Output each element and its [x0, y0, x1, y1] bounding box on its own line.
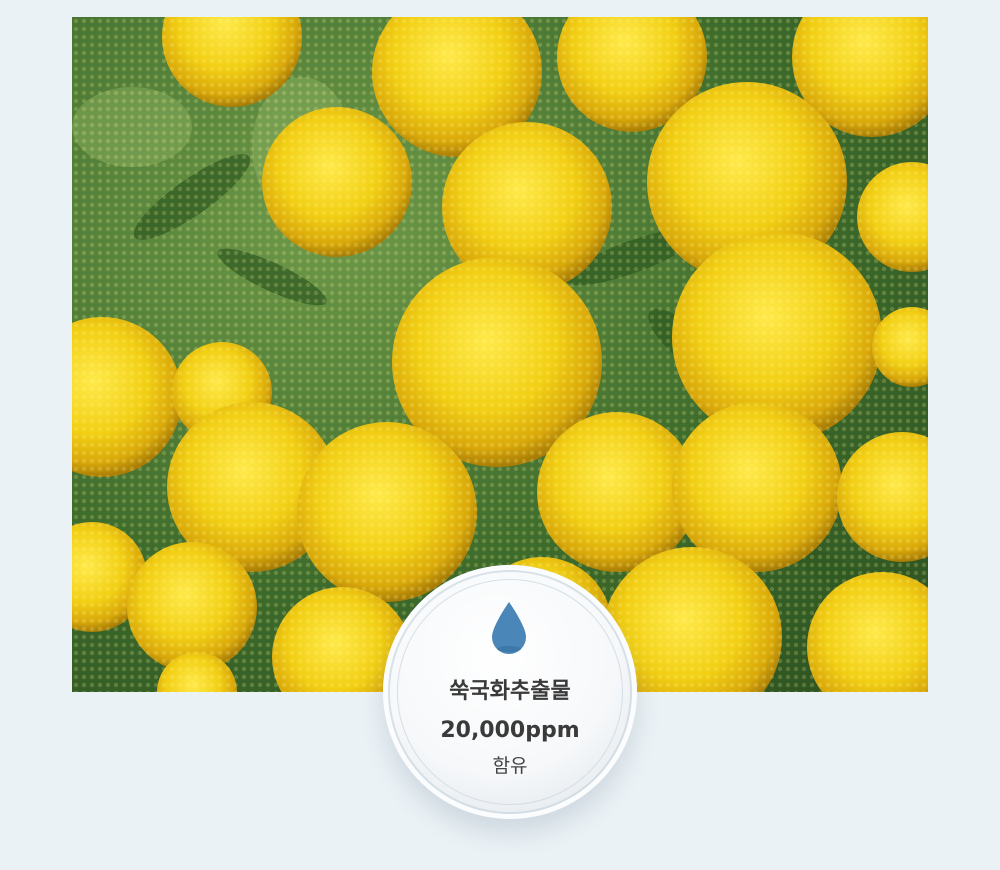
- ingredient-name: 쑥국화추출물: [449, 679, 571, 704]
- ingredient-badge: 쑥국화추출물 20,000ppm 함유: [383, 565, 637, 819]
- ingredient-amount: 20,000ppm: [440, 718, 580, 743]
- water-drop-icon: [492, 602, 526, 654]
- ingredient-suffix: 함유: [492, 755, 528, 777]
